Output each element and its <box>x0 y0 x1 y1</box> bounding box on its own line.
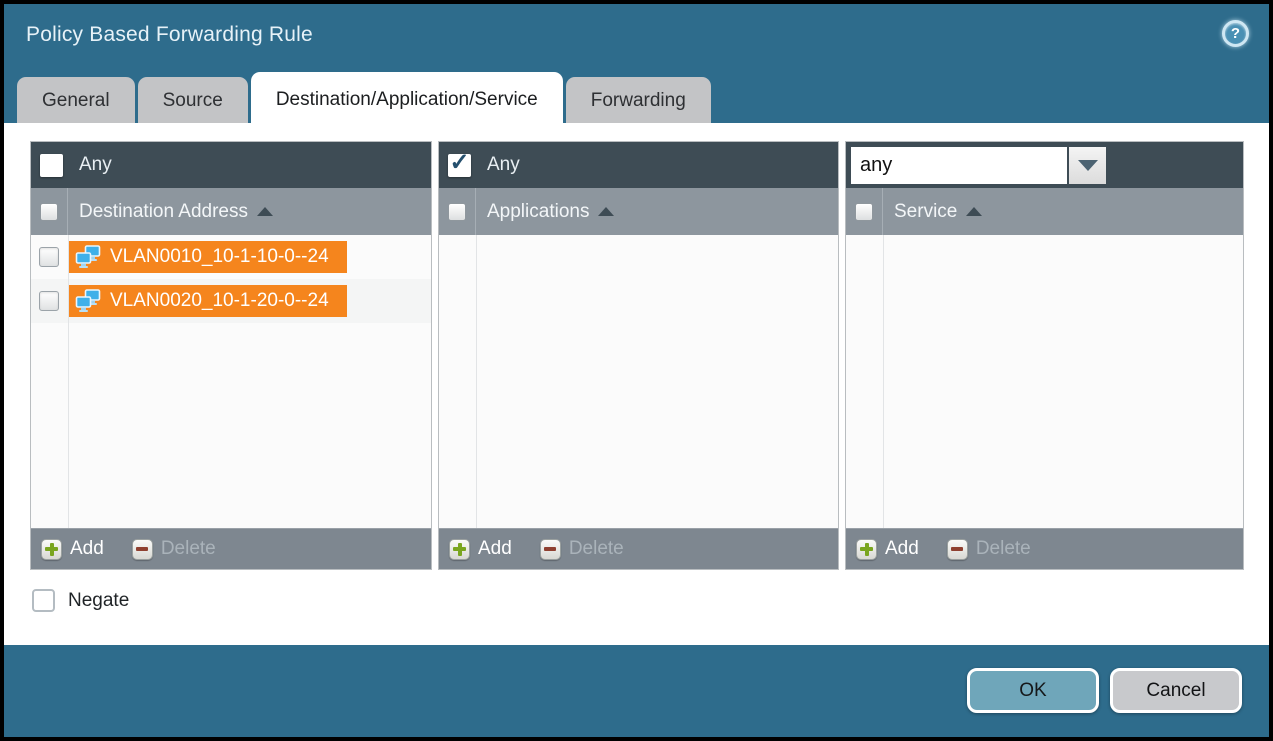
delete-button-label: Delete <box>161 538 216 560</box>
help-icon[interactable]: ? <box>1222 20 1249 47</box>
tab-content-panel: Any Destination Address <box>4 123 1269 645</box>
sort-ascending-icon <box>966 207 982 216</box>
applications-any-label: Any <box>487 154 520 176</box>
service-dropdown-bar <box>846 142 1243 188</box>
dialog-footer: OK Cancel <box>4 641 1269 737</box>
address-object-vlan0010[interactable]: VLAN0010_10-1-10-0--24 <box>69 241 347 273</box>
sort-ascending-icon <box>257 207 273 216</box>
sort-ascending-icon <box>598 207 614 216</box>
delete-minus-icon <box>947 539 968 560</box>
service-column: Service Add Delete <box>845 141 1244 570</box>
header-checkbox-cell <box>439 188 476 235</box>
title-bar: Policy Based Forwarding Rule ? <box>4 4 1269 69</box>
add-button-label: Add <box>885 538 919 560</box>
negate-label: Negate <box>68 590 129 612</box>
destination-address-column: Any Destination Address <box>30 141 432 570</box>
cancel-button[interactable]: Cancel <box>1110 668 1242 713</box>
service-add-button[interactable]: Add <box>856 538 919 560</box>
tab-destination-application-service[interactable]: Destination/Application/Service <box>251 72 563 123</box>
service-select-all-checkbox[interactable] <box>855 203 873 221</box>
tab-bar: General Source Destination/Application/S… <box>17 73 711 123</box>
destination-any-checkbox[interactable] <box>40 154 63 177</box>
destination-add-button[interactable]: Add <box>41 538 104 560</box>
policy-based-forwarding-dialog: Policy Based Forwarding Rule ? General S… <box>4 4 1269 737</box>
destination-delete-button[interactable]: Delete <box>132 538 216 560</box>
address-group-icon <box>75 245 102 270</box>
applications-any-checkbox[interactable]: ✓ <box>448 154 471 177</box>
add-plus-icon <box>856 539 877 560</box>
tab-source[interactable]: Source <box>138 77 248 123</box>
chevron-down-icon <box>1078 160 1098 171</box>
tab-general[interactable]: General <box>17 77 135 123</box>
ok-button[interactable]: OK <box>967 668 1099 713</box>
question-mark-glyph: ? <box>1231 25 1240 42</box>
applications-list <box>439 235 838 528</box>
applications-any-bar: ✓ Any <box>439 142 838 188</box>
add-plus-icon <box>41 539 62 560</box>
destination-select-all-checkbox[interactable] <box>40 203 58 221</box>
address-group-icon <box>75 289 102 314</box>
row-checkbox[interactable] <box>39 247 59 267</box>
service-header[interactable]: Service <box>846 188 1243 235</box>
applications-column: ✓ Any Applications Add <box>438 141 839 570</box>
add-plus-icon <box>449 539 470 560</box>
applications-add-button[interactable]: Add <box>449 538 512 560</box>
header-checkbox-cell <box>846 188 883 235</box>
service-dropdown-button[interactable] <box>1069 147 1106 184</box>
service-list <box>846 235 1243 528</box>
service-dropdown-input[interactable] <box>851 147 1067 184</box>
service-footer-bar: Add Delete <box>846 528 1243 569</box>
list-item: VLAN0020_10-1-20-0--24 <box>31 279 431 323</box>
row-checkbox[interactable] <box>39 291 59 311</box>
negate-row: Negate <box>32 589 1269 612</box>
delete-button-label: Delete <box>976 538 1031 560</box>
list-item: VLAN0010_10-1-10-0--24 <box>31 235 431 279</box>
destination-address-header[interactable]: Destination Address <box>31 188 431 235</box>
add-button-label: Add <box>478 538 512 560</box>
applications-select-all-checkbox[interactable] <box>448 203 466 221</box>
destination-any-bar: Any <box>31 142 431 188</box>
dialog-title: Policy Based Forwarding Rule <box>26 23 313 47</box>
applications-header[interactable]: Applications <box>439 188 838 235</box>
destination-any-label: Any <box>79 154 112 176</box>
delete-minus-icon <box>132 539 153 560</box>
service-header-label: Service <box>894 201 957 223</box>
destination-address-header-label: Destination Address <box>79 201 248 223</box>
columns-container: Any Destination Address <box>30 141 1269 570</box>
add-button-label: Add <box>70 538 104 560</box>
tab-forwarding[interactable]: Forwarding <box>566 77 711 123</box>
destination-address-list: VLAN0010_10-1-10-0--24 <box>31 235 431 528</box>
applications-footer-bar: Add Delete <box>439 528 838 569</box>
address-object-label: VLAN0010_10-1-10-0--24 <box>110 246 329 268</box>
negate-checkbox[interactable] <box>32 589 55 612</box>
check-icon: ✓ <box>449 151 469 175</box>
header-checkbox-cell <box>31 188 68 235</box>
delete-minus-icon <box>540 539 561 560</box>
delete-button-label: Delete <box>569 538 624 560</box>
address-object-vlan0020[interactable]: VLAN0020_10-1-20-0--24 <box>69 285 347 317</box>
service-delete-button[interactable]: Delete <box>947 538 1031 560</box>
destination-footer-bar: Add Delete <box>31 528 431 569</box>
applications-delete-button[interactable]: Delete <box>540 538 624 560</box>
address-object-label: VLAN0020_10-1-20-0--24 <box>110 290 329 312</box>
dialog-buttons: OK Cancel <box>967 668 1242 713</box>
applications-header-label: Applications <box>487 201 589 223</box>
